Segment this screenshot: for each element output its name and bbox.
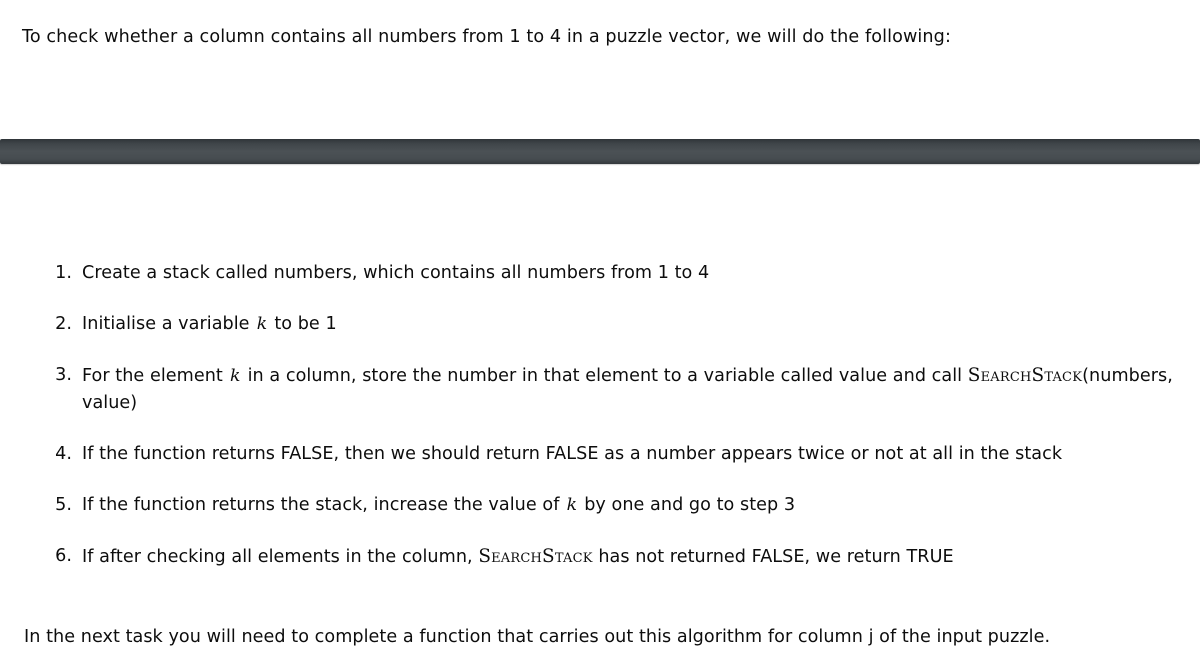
step-text-run: If the function returns FALSE, then we s… (82, 444, 1063, 464)
step-item: 4. If the function returns FALSE, then we… (0, 441, 1200, 468)
step-item: 5. If the function returns the stack, inc… (0, 492, 1200, 519)
step-item: 1. Create a stack called numbers, which c… (0, 260, 1200, 287)
step-text: Create a stack called numbers, which con… (82, 263, 709, 283)
intro-paragraph: To check whether a column contains all n… (22, 26, 951, 47)
step-text: For the element k in a column, store the… (82, 365, 1173, 413)
math-variable: k (256, 314, 268, 334)
step-number: 4. (55, 444, 72, 464)
step-text-run: has not returned FALSE, we return TRUE (592, 547, 954, 567)
step-text: If after checking all elements in the co… (82, 546, 954, 567)
step-text-run: to be 1 (268, 314, 337, 334)
step-number: 1. (55, 263, 72, 283)
math-variable: k (566, 495, 578, 515)
step-item: 3. For the element k in a column, store t… (0, 362, 1200, 417)
step-text: Initialise a variable k to be 1 (82, 314, 337, 334)
step-text-run: in a column, store the number in that el… (241, 366, 968, 386)
step-text-run: If the function returns the stack, incre… (82, 495, 566, 515)
step-number: 6. (55, 546, 72, 566)
step-text: If the function returns FALSE, then we s… (82, 444, 1062, 464)
step-item: 2. Initialise a variable k to be 1 (0, 311, 1200, 338)
step-text-run: If after checking all elements in the co… (82, 547, 479, 567)
step-text: If the function returns the stack, incre… (82, 495, 795, 515)
step-text-run: by one and go to step 3 (578, 495, 796, 515)
step-item: 6. If after checking all elements in the … (0, 543, 1200, 571)
algorithm-steps-list: 1. Create a stack called numbers, which c… (0, 260, 1200, 571)
step-text-run: For the element (82, 366, 229, 386)
step-text-run: Initialise a variable (82, 314, 256, 334)
closing-paragraph: In the next task you will need to comple… (24, 626, 1051, 647)
step-text-run: Create a stack called numbers, which con… (82, 263, 710, 283)
procedure-name: SearchStack (478, 546, 593, 567)
step-number: 2. (55, 314, 72, 334)
step-number: 3. (55, 365, 72, 385)
procedure-name: SearchStack (967, 365, 1083, 386)
dark-divider-bar (0, 139, 1200, 164)
step-number: 5. (55, 495, 72, 515)
math-variable: k (230, 366, 241, 386)
